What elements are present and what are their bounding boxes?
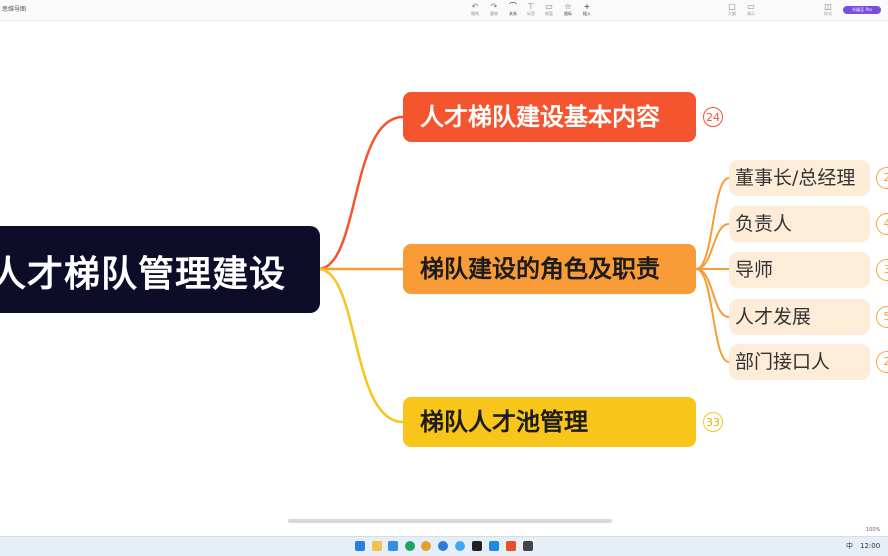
style-icon: ◫	[824, 2, 832, 11]
browser-icon[interactable]	[455, 541, 465, 551]
clock[interactable]: 12:00	[860, 542, 880, 551]
terminal-icon[interactable]	[523, 541, 533, 551]
mail-icon[interactable]	[489, 541, 499, 551]
summary-icon: ▭	[545, 2, 553, 11]
connector-branch-3	[317, 267, 404, 424]
tag-icon: ⊤	[527, 2, 535, 11]
zoom-level[interactable]: 100%	[866, 527, 880, 533]
chrome-icon[interactable]	[405, 541, 415, 551]
leaf-topic-dept-contact[interactable]: 部门接口人	[729, 344, 870, 380]
leaf-topic-talent-development[interactable]: 人才发展	[729, 299, 870, 335]
leaf-topic-owner[interactable]: 负责人	[729, 206, 870, 242]
root-topic[interactable]: 人才梯队管理建设	[0, 226, 320, 313]
undo-button[interactable]: ↶ 撤销	[466, 2, 484, 17]
connector-branch-1	[317, 115, 404, 271]
relation-button[interactable]: ⌒ 关系	[504, 2, 522, 17]
top-toolbar: 思维导图 ↶ 撤销 ↷ 重做 ⌒ 关系 ⊤ 标签 ▭ 概要 ☆ 图标 + 插入 …	[0, 0, 888, 21]
outline-icon: ▢	[728, 2, 736, 11]
style-button[interactable]: ◫ 样式	[819, 2, 837, 17]
branch-topic-basic-content[interactable]: 人才梯队建设基本内容	[403, 92, 696, 142]
settings-icon[interactable]	[438, 541, 448, 551]
icon-button[interactable]: ☆ 图标	[559, 2, 577, 17]
child-count-badge[interactable]: 24	[703, 107, 723, 127]
root-topic-label: 人才梯队管理建设	[0, 254, 287, 295]
child-count-badge[interactable]: 33	[703, 412, 723, 432]
branch-topic-roles[interactable]: 梯队建设的角色及职责	[403, 244, 696, 294]
mindmap-canvas[interactable]: 人才梯队管理建设 人才梯队建设基本内容 24 梯队建设的角色及职责 梯队人才池管…	[0, 21, 888, 521]
connect-icon: ⌒	[509, 2, 517, 11]
redo-icon: ↷	[490, 2, 498, 11]
insert-button[interactable]: + 插入	[578, 2, 596, 17]
present-icon: ▭	[747, 2, 755, 11]
insert-icon: +	[583, 2, 591, 11]
branch-topic-talent-pool[interactable]: 梯队人才池管理	[403, 397, 696, 447]
leaf-topic-mentor[interactable]: 导师	[729, 252, 870, 288]
star-icon: ☆	[564, 2, 572, 11]
upgrade-button[interactable]: 升级至 Pro	[843, 6, 881, 14]
explorer-icon[interactable]	[372, 541, 382, 551]
store-icon[interactable]	[388, 541, 398, 551]
xmind-icon[interactable]	[506, 541, 516, 551]
outline-button[interactable]: ▢ 大纲	[723, 2, 741, 17]
tag-button[interactable]: ⊤ 标签	[522, 2, 540, 17]
edge-icon[interactable]	[421, 541, 431, 551]
present-button[interactable]: ▭ 演示	[742, 2, 760, 17]
undo-icon: ↶	[471, 2, 479, 11]
connector-leaf-1	[695, 177, 730, 270]
ime-indicator[interactable]: 中	[846, 542, 853, 551]
horizontal-scrollbar[interactable]	[288, 519, 612, 523]
app-title: 思维导图	[2, 6, 27, 13]
summary-button[interactable]: ▭ 概要	[540, 2, 558, 17]
taskbar: 中 12:00	[0, 536, 888, 556]
windows-icon[interactable]	[355, 541, 365, 551]
redo-button[interactable]: ↷ 重做	[485, 2, 503, 17]
notion-icon[interactable]	[472, 541, 482, 551]
leaf-topic-chairman[interactable]: 董事长/总经理	[729, 160, 870, 196]
